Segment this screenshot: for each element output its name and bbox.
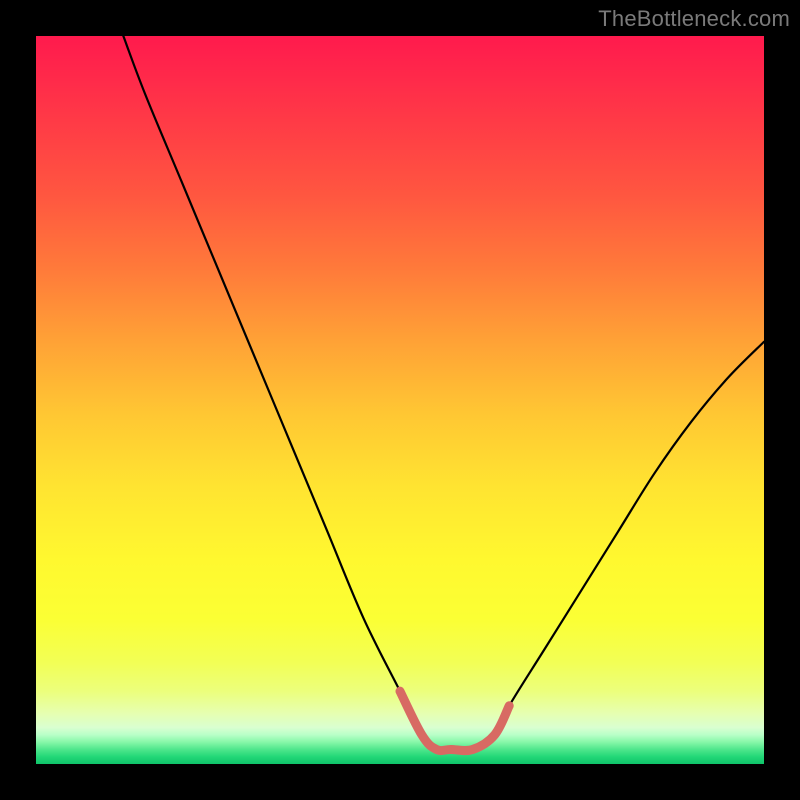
bottleneck-curve-svg <box>36 36 764 764</box>
plot-area <box>36 36 764 764</box>
chart-frame: TheBottleneck.com <box>0 0 800 800</box>
valley-highlight <box>400 691 509 750</box>
bottleneck-curve <box>123 36 764 751</box>
watermark-text: TheBottleneck.com <box>598 6 790 32</box>
